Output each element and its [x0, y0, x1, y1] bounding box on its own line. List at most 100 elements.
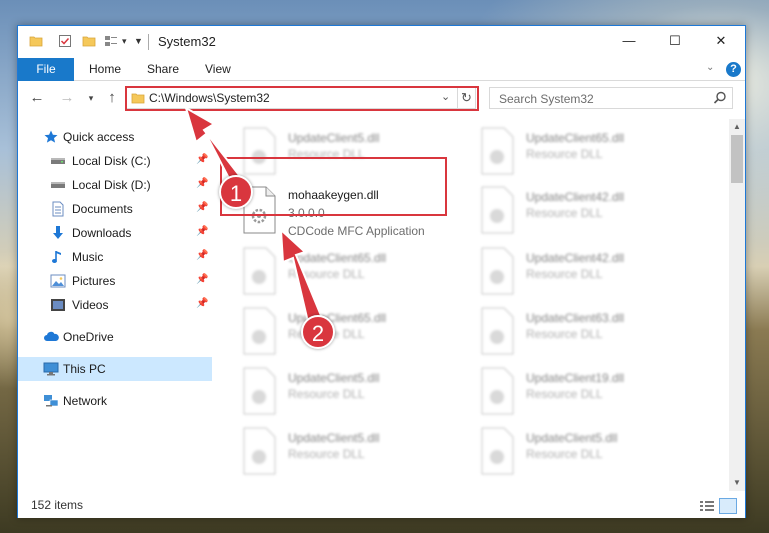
sidebar-item-local-disk-d[interactable]: Local Disk (D:) 📌: [18, 173, 212, 197]
pin-icon[interactable]: 📌: [196, 202, 208, 213]
dll-file-icon: [243, 427, 276, 475]
file-name: UpdateClient63.dll: [526, 311, 625, 325]
sidebar-item-label: This PC: [63, 362, 106, 376]
file-explorer-window: ▾ ▼ System32 — ☐ ✕ File Home Share View …: [17, 25, 746, 518]
title-separator: [148, 34, 149, 50]
file-item[interactable]: UpdateClient19.dll Resource DLL: [476, 363, 706, 419]
sidebar-item-this-pc[interactable]: This PC: [18, 357, 212, 381]
file-item[interactable]: UpdateClient5.dll Resource DLL: [238, 363, 468, 419]
folder-icon[interactable]: [29, 34, 43, 48]
sidebar-item-label: Quick access: [63, 130, 135, 144]
close-button[interactable]: ✕: [698, 26, 744, 56]
tab-view[interactable]: View: [205, 58, 231, 81]
file-description: Resource DLL: [526, 206, 603, 220]
music-icon: [52, 251, 61, 263]
file-item[interactable]: UpdateClient65.dll Resource DLL: [238, 243, 468, 299]
properties-check-icon[interactable]: [58, 34, 72, 48]
file-name: UpdateClient5.dll: [288, 131, 380, 145]
tab-file[interactable]: File: [18, 58, 74, 81]
ribbon-tabs: File Home Share View ⌄ ?: [18, 58, 745, 81]
navigation-pane: Quick access Local Disk (C:) 📌 Local Dis…: [18, 119, 212, 491]
large-icons-view-icon[interactable]: [719, 498, 737, 514]
dll-file-icon: [481, 127, 514, 175]
tab-share[interactable]: Share: [147, 58, 179, 81]
file-name: UpdateClient5.dll: [288, 431, 380, 445]
file-name: UpdateClient42.dll: [526, 190, 625, 204]
file-item[interactable]: UpdateClient5.dll Resource DLL: [476, 423, 706, 479]
sidebar-item-label: Downloads: [72, 226, 132, 240]
scroll-down-icon[interactable]: ▼: [729, 475, 745, 491]
minimize-button[interactable]: —: [606, 26, 652, 56]
sidebar-item-network[interactable]: Network: [18, 389, 212, 413]
sidebar-item-label: Videos: [72, 298, 109, 312]
star-icon: [44, 130, 58, 143]
cloud-icon: [44, 331, 59, 341]
pin-icon[interactable]: 📌: [196, 250, 208, 261]
pin-icon[interactable]: 📌: [196, 154, 208, 165]
up-arrow-icon[interactable]: ↑: [103, 89, 121, 107]
videos-icon: [51, 299, 65, 311]
file-description: Resource DLL: [526, 387, 603, 401]
dll-file-icon: [243, 247, 276, 295]
file-item[interactable]: UpdateClient65.dll Resource DLL: [476, 123, 706, 179]
view-options-icon[interactable]: [104, 34, 118, 48]
sidebar-item-pictures[interactable]: Pictures 📌: [18, 269, 212, 293]
customize-toolbar-icon[interactable]: ▼: [134, 36, 143, 46]
dll-file-icon: [243, 367, 276, 415]
download-icon: [53, 226, 63, 239]
file-description: Resource DLL: [288, 387, 365, 401]
file-description: Resource DLL: [526, 327, 603, 341]
recent-locations-icon[interactable]: ▾: [82, 89, 100, 107]
file-name: UpdateClient65.dll: [526, 131, 625, 145]
sidebar-item-documents[interactable]: Documents 📌: [18, 197, 212, 221]
file-item[interactable]: UpdateClient5.dll Resource DLL: [238, 423, 468, 479]
step-2-callout: 2: [301, 315, 335, 349]
sidebar-item-label: Pictures: [72, 274, 116, 288]
file-item[interactable]: UpdateClient42.dll Resource DLL: [476, 182, 706, 238]
maximize-button[interactable]: ☐: [652, 26, 698, 56]
vertical-scrollbar[interactable]: ▲ ▼: [729, 119, 745, 491]
pictures-icon: [50, 274, 66, 288]
chevron-down-icon[interactable]: ▾: [122, 36, 127, 47]
search-icon[interactable]: [712, 90, 728, 106]
file-item[interactable]: UpdateClient65.dll Resource DLL: [238, 303, 468, 359]
pin-icon[interactable]: 📌: [196, 178, 208, 189]
status-bar: 152 items: [18, 494, 745, 518]
new-folder-icon[interactable]: [82, 34, 96, 48]
network-icon: [44, 395, 59, 407]
sidebar-item-onedrive[interactable]: OneDrive: [18, 325, 212, 349]
tab-home[interactable]: Home: [89, 58, 121, 81]
search-input[interactable]: Search System32: [489, 87, 733, 109]
pin-icon[interactable]: 📌: [196, 274, 208, 285]
sidebar-item-quick-access[interactable]: Quick access: [18, 125, 212, 149]
sidebar-item-videos[interactable]: Videos 📌: [18, 293, 212, 317]
file-name: UpdateClient65.dll: [288, 251, 387, 265]
pin-icon[interactable]: 📌: [196, 298, 208, 309]
back-arrow-icon[interactable]: ←: [28, 89, 46, 107]
scroll-up-icon[interactable]: ▲: [729, 119, 745, 135]
details-view-icon[interactable]: [699, 499, 715, 513]
help-icon[interactable]: ?: [726, 62, 741, 77]
sidebar-item-local-disk-c[interactable]: Local Disk (C:) 📌: [18, 149, 212, 173]
file-description: Resource DLL: [288, 447, 365, 461]
forward-arrow-icon[interactable]: →: [58, 89, 76, 107]
sidebar-item-label: Network: [63, 394, 108, 408]
file-description: Resource DLL: [526, 447, 603, 461]
sidebar-item-label: OneDrive: [63, 330, 114, 344]
file-item[interactable]: UpdateClient63.dll Resource DLL: [476, 303, 706, 359]
scrollbar-thumb[interactable]: [731, 135, 743, 183]
navigation-bar: ← → ▾ ↑ C:\Windows\System32 ⌄ ↻ Search S…: [18, 82, 745, 116]
file-name: UpdateClient5.dll: [288, 371, 380, 385]
file-description: Resource DLL: [526, 147, 603, 161]
computer-icon: [43, 362, 59, 376]
item-count: 152 items: [31, 498, 84, 512]
drive-icon: [51, 182, 65, 188]
sidebar-item-downloads[interactable]: Downloads 📌: [18, 221, 212, 245]
sidebar-item-music[interactable]: Music 📌: [18, 245, 212, 269]
expand-ribbon-icon[interactable]: ⌄: [706, 62, 714, 73]
sidebar-item-label: Local Disk (D:): [72, 178, 151, 192]
drive-icon: [51, 158, 65, 164]
pin-icon[interactable]: 📌: [196, 226, 208, 237]
dll-file-icon: [481, 307, 514, 355]
file-item[interactable]: UpdateClient42.dll Resource DLL: [476, 243, 706, 299]
